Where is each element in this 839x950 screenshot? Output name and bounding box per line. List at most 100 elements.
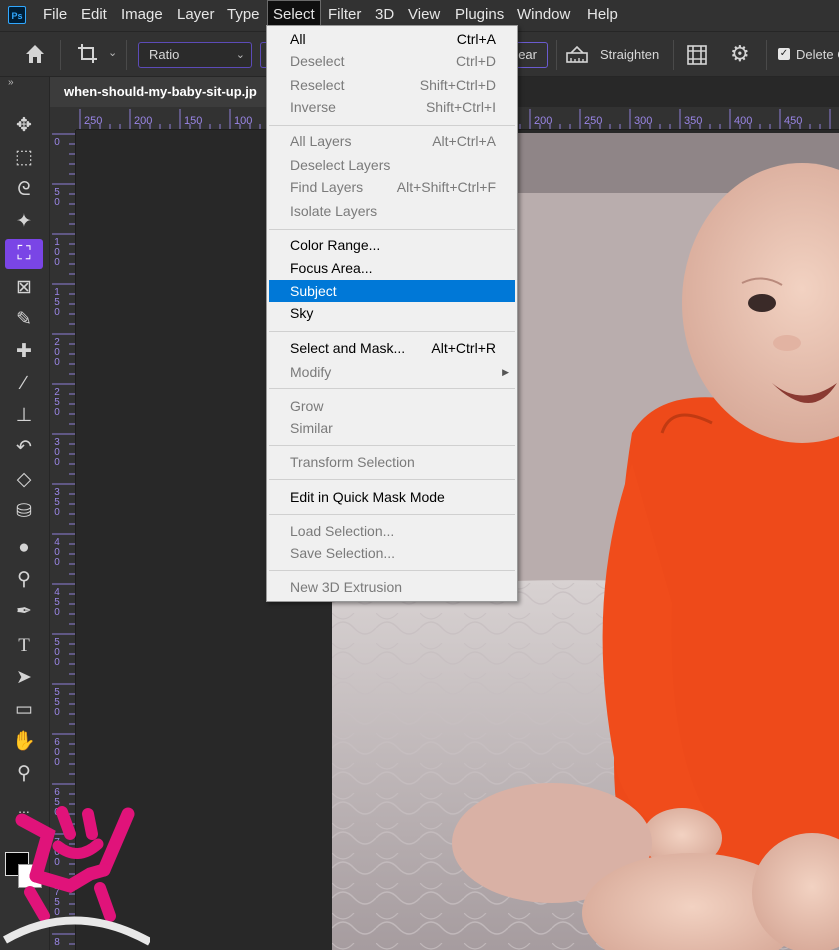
collapse-panel-icon[interactable]: » [8, 77, 14, 88]
menu-item-load-selection[interactable]: Load Selection... [269, 520, 515, 542]
menu-item-new-3d-extrusion[interactable]: New 3D Extrusion [269, 576, 515, 598]
menu-separator [269, 388, 515, 389]
submenu-arrow-icon: ▶ [502, 367, 509, 377]
menu-item-transform-selection[interactable]: Transform Selection [269, 451, 515, 473]
menu-item-select-and-mask[interactable]: Select and Mask... Alt+Ctrl+R [269, 337, 515, 359]
document-tab[interactable]: when-should-my-baby-sit-up.jp [50, 77, 270, 107]
menu-item-shortcut: Alt+Ctrl+A [432, 133, 496, 149]
ruler-label: 150 [184, 115, 203, 127]
healing-brush-tool-icon[interactable]: ✚ [5, 337, 43, 367]
menu-item-subject[interactable]: Subject [269, 280, 515, 302]
blur-tool-icon[interactable]: ● [5, 533, 43, 563]
menu-layer[interactable]: Layer [172, 0, 220, 29]
lasso-tool-icon[interactable]: ᘓ [5, 175, 43, 205]
rectangle-tool-icon[interactable]: ▭ [5, 695, 43, 725]
ruler-origin[interactable] [50, 107, 76, 130]
ruler-label: 0 [54, 137, 60, 148]
menu-item-grow[interactable]: Grow [269, 395, 515, 417]
menu-window[interactable]: Window [512, 0, 575, 29]
ruler-label: 400 [54, 537, 60, 568]
grid-overlay-icon[interactable] [686, 44, 708, 66]
menu-item-save-selection[interactable]: Save Selection... [269, 542, 515, 564]
watermark-logo [3, 806, 150, 946]
menu-item-label: Reselect [290, 77, 345, 93]
ruler-label: 250 [84, 115, 103, 127]
menu-item-similar[interactable]: Similar [269, 417, 515, 439]
marquee-tool-icon[interactable]: ⬚ [5, 143, 43, 173]
menu-item-modify[interactable]: Modify ▶ [269, 361, 515, 383]
dodge-tool-icon[interactable]: ⚲ [5, 565, 43, 595]
menu-help[interactable]: Help [582, 0, 623, 29]
crop-tool-preset-icon[interactable] [76, 42, 102, 66]
menu-item-find-layers[interactable]: Find Layers Alt+Shift+Ctrl+F [269, 176, 515, 198]
straighten-label[interactable]: Straighten [600, 32, 659, 78]
eraser-tool-icon[interactable]: ◇ [5, 465, 43, 495]
history-brush-tool-icon[interactable]: ↶ [5, 433, 43, 463]
menu-item-color-range[interactable]: Color Range... [269, 234, 515, 256]
menu-item-label: Transform Selection [290, 454, 415, 470]
menu-item-shortcut: Shift+Ctrl+D [419, 77, 496, 93]
menu-item-label: Save Selection... [290, 545, 396, 561]
ruler-label: 200 [54, 337, 60, 368]
ruler-label: 500 [54, 637, 60, 668]
menu-separator [269, 479, 515, 480]
eyedropper-tool-icon[interactable]: ✎ [5, 305, 43, 335]
ratio-select[interactable]: Ratio ⌄ [138, 42, 252, 68]
preset-chevron-down-icon[interactable]: ⌄ [108, 46, 117, 59]
menu-item-inverse[interactable]: Inverse Shift+Ctrl+I [269, 96, 515, 118]
gear-icon[interactable]: ⚙ [730, 41, 750, 67]
move-tool-icon[interactable]: ✥ [5, 111, 43, 141]
frame-tool-icon[interactable]: ⊠ [5, 273, 43, 303]
ruler-label: 200 [534, 115, 553, 127]
brush-tool-icon[interactable]: ∕ [5, 369, 43, 399]
type-tool-icon[interactable]: T [5, 631, 43, 661]
menu-item-shortcut: Ctrl+A [456, 31, 496, 47]
menu-item-label: Deselect [290, 53, 345, 69]
menu-item-focus-area[interactable]: Focus Area... [269, 257, 515, 279]
ruler-label: 350 [54, 487, 60, 518]
menu-separator [269, 445, 515, 446]
ruler-label: 350 [684, 115, 703, 127]
hand-tool-icon[interactable]: ✋ [5, 727, 43, 757]
straighten-icon[interactable] [565, 45, 589, 65]
crop-tool-icon[interactable]: ⛶ [5, 239, 43, 269]
options-separator [126, 40, 127, 70]
menu-type[interactable]: Type [222, 0, 265, 29]
menu-edit[interactable]: Edit [76, 0, 112, 29]
stamp-tool-icon[interactable]: ⊥ [5, 401, 43, 431]
menu-item-deselect-layers[interactable]: Deselect Layers [269, 154, 515, 176]
menu-separator [269, 229, 515, 230]
options-separator [60, 40, 61, 70]
menu-file[interactable]: File [38, 0, 72, 29]
menu-item-reselect[interactable]: Reselect Shift+Ctrl+D [269, 74, 515, 96]
menu-item-label: Similar [290, 420, 333, 436]
zoom-tool-icon[interactable]: ⚲ [5, 759, 43, 789]
chevron-down-icon: ⌄ [235, 49, 245, 61]
menu-item-all[interactable]: All Ctrl+A [269, 28, 515, 50]
menu-item-all-layers[interactable]: All Layers Alt+Ctrl+A [269, 130, 515, 152]
photoshop-logo-icon[interactable]: Ps [8, 6, 26, 24]
ratio-select-label: Ratio [149, 47, 180, 62]
menu-item-label: Color Range... [290, 237, 381, 253]
menu-item-isolate-layers[interactable]: Isolate Layers [269, 200, 515, 222]
menu-image[interactable]: Image [116, 0, 168, 29]
path-selection-tool-icon[interactable]: ➤ [5, 663, 43, 693]
ruler-label: 250 [54, 387, 60, 418]
ruler-label: 100 [234, 115, 253, 127]
menu-item-sky[interactable]: Sky [269, 302, 515, 324]
pen-tool-icon[interactable]: ✒ [5, 597, 43, 627]
paint-bucket-tool-icon[interactable]: ⛁ [5, 497, 43, 527]
menu-item-shortcut: Ctrl+D [455, 53, 496, 69]
ruler-label: 200 [134, 115, 153, 127]
menu-item-quick-mask[interactable]: Edit in Quick Mask Mode [269, 486, 515, 508]
magic-wand-tool-icon[interactable]: ✦ [5, 207, 43, 237]
menu-separator [269, 570, 515, 571]
menu-separator [269, 514, 515, 515]
select-menu-dropdown: All Ctrl+A Deselect Ctrl+D Reselect Shif… [266, 25, 518, 602]
delete-cropped-checkbox[interactable]: ✓ [778, 48, 790, 60]
home-icon[interactable] [24, 43, 46, 65]
menu-item-label: Grow [290, 398, 324, 414]
menu-item-deselect[interactable]: Deselect Ctrl+D [269, 50, 515, 72]
delete-cropped-label: Delete C [796, 47, 839, 62]
menu-item-label: Load Selection... [290, 523, 395, 539]
